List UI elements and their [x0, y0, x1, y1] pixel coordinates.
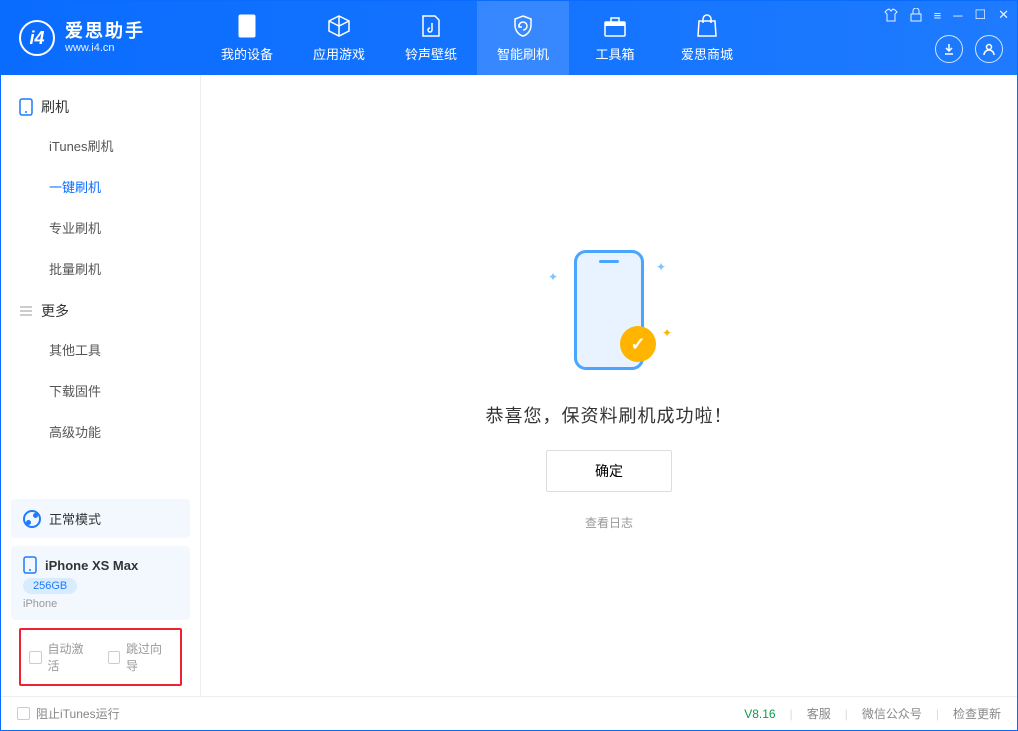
nav-tabs: 我的设备 应用游戏 铃声壁纸 智能刷机 工具箱 爱思商城 [201, 1, 753, 75]
titlebar: i4 爱思助手 www.i4.cn 我的设备 应用游戏 铃声壁纸 智能刷机 [1, 1, 1017, 75]
wechat-link[interactable]: 微信公众号 [862, 705, 922, 722]
sidebar-group-more: 更多 [1, 289, 200, 329]
mode-icon [23, 510, 41, 528]
storage-badge: 256GB [23, 578, 77, 594]
nav-apps-games[interactable]: 应用游戏 [293, 1, 385, 75]
sidebar-item-other-tools[interactable]: 其他工具 [1, 329, 200, 370]
sidebar-item-pro-flash[interactable]: 专业刷机 [1, 207, 200, 248]
nav-label: 我的设备 [221, 44, 273, 63]
minimize-button[interactable]: ─ [953, 8, 962, 23]
group-title: 刷机 [41, 97, 69, 117]
success-graphic: ✦ ✦ ✦ ✓ [554, 240, 664, 380]
device-icon [23, 556, 37, 574]
group-title: 更多 [41, 301, 69, 321]
logo[interactable]: i4 爱思助手 www.i4.cn [1, 20, 201, 56]
music-file-icon [419, 14, 443, 38]
cube-icon [327, 14, 351, 38]
mode-label: 正常模式 [49, 509, 101, 528]
view-log-link[interactable]: 查看日志 [585, 514, 633, 531]
sidebar-item-onekey-flash[interactable]: 一键刷机 [1, 166, 200, 207]
nav-my-device[interactable]: 我的设备 [201, 1, 293, 75]
app-name: 爱思助手 [65, 21, 145, 43]
lock-icon[interactable] [910, 8, 922, 22]
sparkle-icon: ✦ [656, 260, 666, 274]
toolbox-icon [603, 14, 627, 38]
checkbox-auto-activate[interactable]: 自动激活 [29, 640, 94, 674]
nav-store[interactable]: 爱思商城 [661, 1, 753, 75]
checkbox-skip-wizard[interactable]: 跳过向导 [108, 640, 173, 674]
list-icon [19, 304, 33, 318]
highlighted-checkbox-row: 自动激活 跳过向导 [19, 628, 182, 686]
mode-card[interactable]: 正常模式 [11, 499, 190, 538]
checkbox-label: 自动激活 [48, 640, 94, 674]
device-card[interactable]: iPhone XS Max 256GB iPhone [11, 546, 190, 620]
block-itunes-label[interactable]: 阻止iTunes运行 [36, 705, 120, 722]
version-label: V8.16 [744, 707, 775, 721]
checkbox-icon[interactable] [17, 707, 30, 720]
body: 刷机 iTunes刷机 一键刷机 专业刷机 批量刷机 更多 其他工具 下载固件 … [1, 75, 1017, 696]
phone-icon [235, 14, 259, 38]
sparkle-icon: ✦ [548, 270, 558, 284]
checkbox-label: 跳过向导 [126, 640, 172, 674]
check-update-link[interactable]: 检查更新 [953, 705, 1001, 722]
device-type: iPhone [23, 598, 57, 610]
nav-label: 应用游戏 [313, 44, 365, 63]
nav-label: 爱思商城 [681, 44, 733, 63]
checkbox-icon [108, 651, 121, 664]
sidebar-group-flash: 刷机 [1, 85, 200, 125]
nav-label: 智能刷机 [497, 44, 549, 63]
success-message: 恭喜您，保资料刷机成功啦！ [486, 402, 733, 428]
nav-flash[interactable]: 智能刷机 [477, 1, 569, 75]
sidebar-item-itunes-flash[interactable]: iTunes刷机 [1, 125, 200, 166]
ok-button[interactable]: 确定 [546, 450, 672, 492]
nav-label: 工具箱 [595, 44, 634, 63]
phone-outline-icon [19, 98, 33, 116]
maximize-button[interactable]: ☐ [974, 7, 986, 23]
nav-ringtones[interactable]: 铃声壁纸 [385, 1, 477, 75]
bag-icon [695, 14, 719, 38]
window-controls-top: ≡ ─ ☐ ✕ [884, 7, 1009, 23]
nav-toolbox[interactable]: 工具箱 [569, 1, 661, 75]
sidebar-item-batch-flash[interactable]: 批量刷机 [1, 248, 200, 289]
close-button[interactable]: ✕ [998, 7, 1009, 23]
app-url: www.i4.cn [65, 42, 145, 55]
device-name: iPhone XS Max [45, 558, 138, 573]
main-content: ✦ ✦ ✦ ✓ 恭喜您，保资料刷机成功啦！ 确定 查看日志 [201, 75, 1017, 696]
user-button[interactable] [975, 35, 1003, 63]
app-window: i4 爱思助手 www.i4.cn 我的设备 应用游戏 铃声壁纸 智能刷机 [0, 0, 1018, 731]
sidebar-item-advanced[interactable]: 高级功能 [1, 411, 200, 452]
download-button[interactable] [935, 35, 963, 63]
nav-label: 铃声壁纸 [405, 44, 457, 63]
menu-icon[interactable]: ≡ [934, 8, 942, 23]
sidebar: 刷机 iTunes刷机 一键刷机 专业刷机 批量刷机 更多 其他工具 下载固件 … [1, 75, 201, 696]
shirt-icon[interactable] [884, 8, 898, 22]
checkbox-icon [29, 651, 42, 664]
window-controls-bottom [935, 35, 1003, 63]
support-link[interactable]: 客服 [807, 705, 831, 722]
logo-icon: i4 [19, 20, 55, 56]
sidebar-item-download-firmware[interactable]: 下载固件 [1, 370, 200, 411]
check-badge-icon: ✓ [620, 326, 656, 362]
sparkle-icon: ✦ [662, 326, 672, 340]
shield-refresh-icon [511, 14, 535, 38]
statusbar: 阻止iTunes运行 V8.16 | 客服 | 微信公众号 | 检查更新 [1, 696, 1017, 730]
sidebar-bottom: 正常模式 iPhone XS Max 256GB iPhone 自动激活 [1, 489, 200, 696]
